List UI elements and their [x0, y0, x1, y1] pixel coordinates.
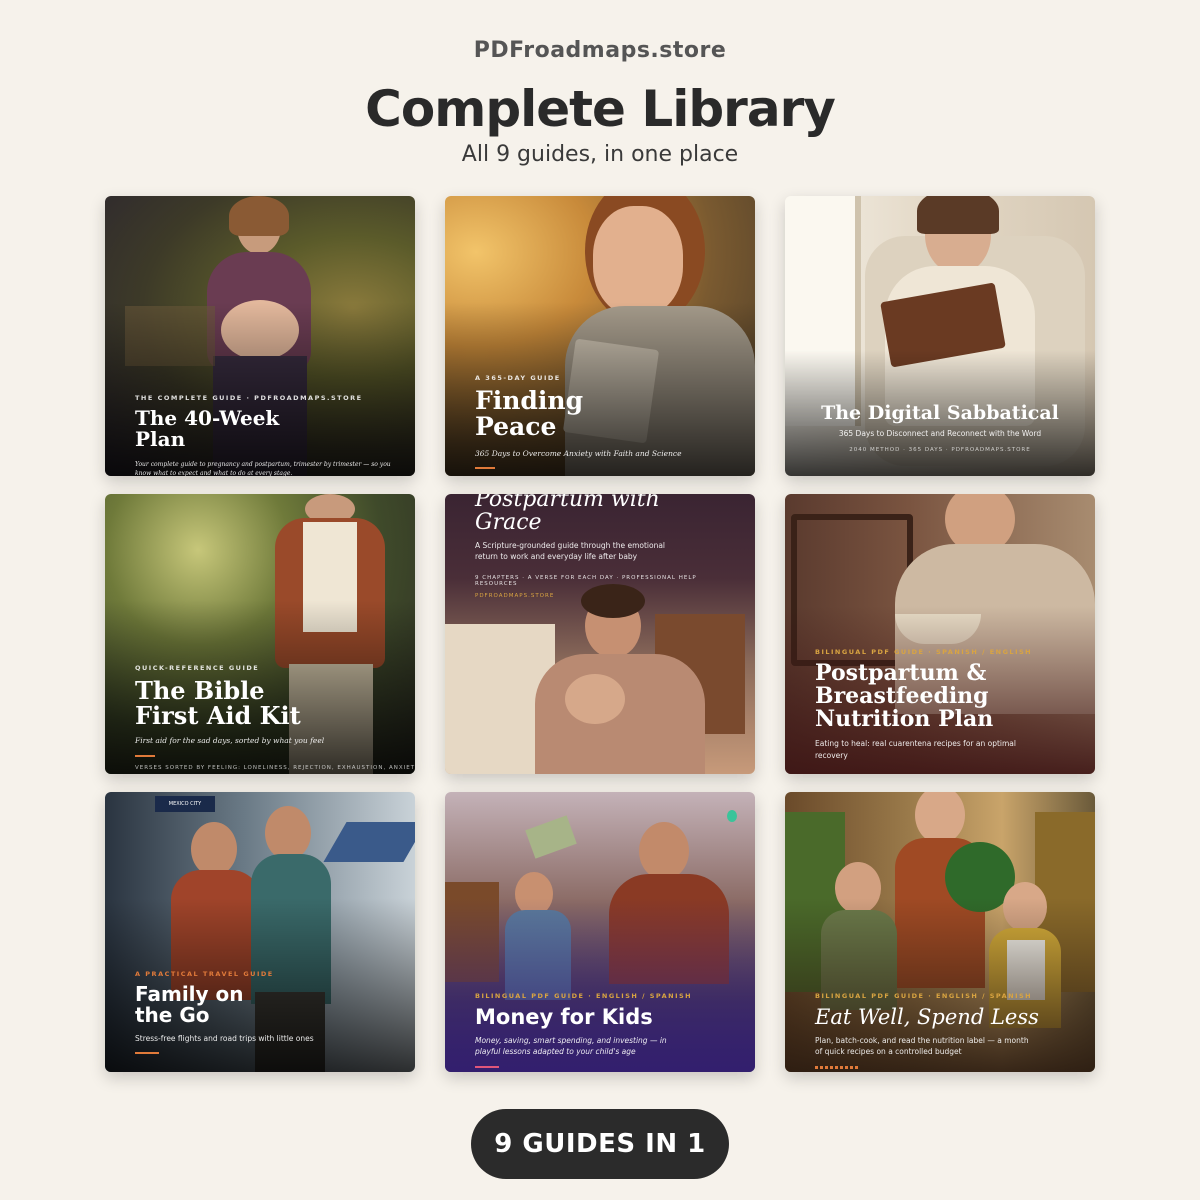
guide-card-digital-sabbatical[interactable]: The Digital Sabbatical 365 Days to Disco…	[785, 196, 1095, 476]
guide-kicker: BILINGUAL PDF GUIDE · SPANISH / ENGLISH	[815, 648, 1033, 656]
guide-title: Money for Kids	[475, 1005, 653, 1029]
accent-bar	[135, 754, 155, 757]
guide-title: The Digital Sabbatical	[821, 402, 1059, 424]
guide-title: Eat Well, Spend Less	[815, 1005, 1039, 1029]
guide-description: Eating to heal: real cuarentena recipes …	[815, 739, 1016, 760]
guide-title: Finding Peace	[475, 386, 584, 442]
guide-card-bible-first-aid-kit[interactable]: QUICK-REFERENCE GUIDE The Bible First Ai…	[105, 494, 415, 774]
guide-card-family-on-the-go[interactable]: MEXICO CITY A PRACTICAL TRAVEL GUIDE Fam…	[105, 792, 415, 1072]
brand-name: PDFroadmaps.store	[473, 38, 727, 63]
guide-description: Your complete guide to pregnancy and pos…	[135, 461, 391, 476]
guide-description: Plan, batch-cook, and read the nutrition…	[815, 1036, 1029, 1057]
guide-description: A Scripture-grounded guide through the e…	[475, 541, 666, 562]
guide-kicker: BILINGUAL PDF GUIDE · ENGLISH / SPANISH	[815, 992, 1033, 1000]
guide-description: Stress-free flights and road trips with …	[135, 1034, 314, 1043]
guide-card-money-for-kids[interactable]: BILINGUAL PDF GUIDE · ENGLISH / SPANISH …	[445, 792, 755, 1072]
guide-title: Postpartum & Breastfeeding Nutrition Pla…	[815, 660, 994, 733]
accent-bar	[815, 1065, 859, 1069]
guides-grid: THE COMPLETE GUIDE · PDFROADMAPS.STORE T…	[105, 196, 1095, 1072]
guide-title: Postpartum with Grace	[475, 494, 660, 536]
guide-title: Family on the Go	[135, 982, 244, 1027]
guide-kicker: THE COMPLETE GUIDE · PDFROADMAPS.STORE	[135, 394, 363, 402]
guide-title: The Bible First Aid Kit	[135, 676, 301, 731]
guide-footer: PDFROADMAPS.STORE	[475, 592, 555, 599]
guide-card-finding-peace[interactable]: A 365-DAY GUIDE Finding Peace 365 Days t…	[445, 196, 755, 476]
guide-kicker: QUICK-REFERENCE GUIDE	[135, 664, 260, 672]
page-title: Complete Library	[365, 80, 836, 138]
guide-description: First aid for the sad days, sorted by wh…	[135, 736, 325, 746]
guide-card-40-week-plan[interactable]: THE COMPLETE GUIDE · PDFROADMAPS.STORE T…	[105, 196, 415, 476]
guide-description: Money, saving, smart spending, and inves…	[475, 1036, 667, 1057]
airport-sign: MEXICO CITY	[155, 796, 215, 812]
cover-photo	[445, 584, 755, 774]
guide-title: The 40-Week Plan	[135, 406, 280, 451]
guides-bundle-badge[interactable]: 9 GUIDES IN 1	[471, 1109, 729, 1179]
guide-footer: VERSES SORTED BY FEELING: LONELINESS, RE…	[135, 764, 415, 771]
guide-kicker: A PRACTICAL TRAVEL GUIDE	[135, 970, 274, 978]
guide-meta: 9 CHAPTERS · A VERSE FOR EACH DAY · PROF…	[475, 574, 697, 587]
guide-kicker: BILINGUAL PDF GUIDE · ENGLISH / SPANISH	[475, 992, 693, 1000]
page-subtitle: All 9 guides, in one place	[461, 142, 739, 167]
guide-card-postpartum-with-grace[interactable]: Postpartum with Grace A Scripture-ground…	[445, 494, 755, 774]
guide-description: 365 Days to Disconnect and Reconnect wit…	[838, 428, 1042, 438]
accent-bar	[135, 1052, 159, 1055]
accent-bar	[475, 466, 495, 469]
accent-bar	[475, 1065, 499, 1068]
guide-description: 365 Days to Overcome Anxiety with Faith …	[475, 448, 682, 458]
guide-card-eat-well-spend-less[interactable]: BILINGUAL PDF GUIDE · ENGLISH / SPANISH …	[785, 792, 1095, 1072]
guide-kicker: A 365-DAY GUIDE	[475, 374, 561, 382]
guide-card-postpartum-nutrition[interactable]: BILINGUAL PDF GUIDE · SPANISH / ENGLISH …	[785, 494, 1095, 774]
guide-footer: 2040 METHOD · 365 DAYS · PDFROADMAPS.STO…	[849, 447, 1031, 454]
